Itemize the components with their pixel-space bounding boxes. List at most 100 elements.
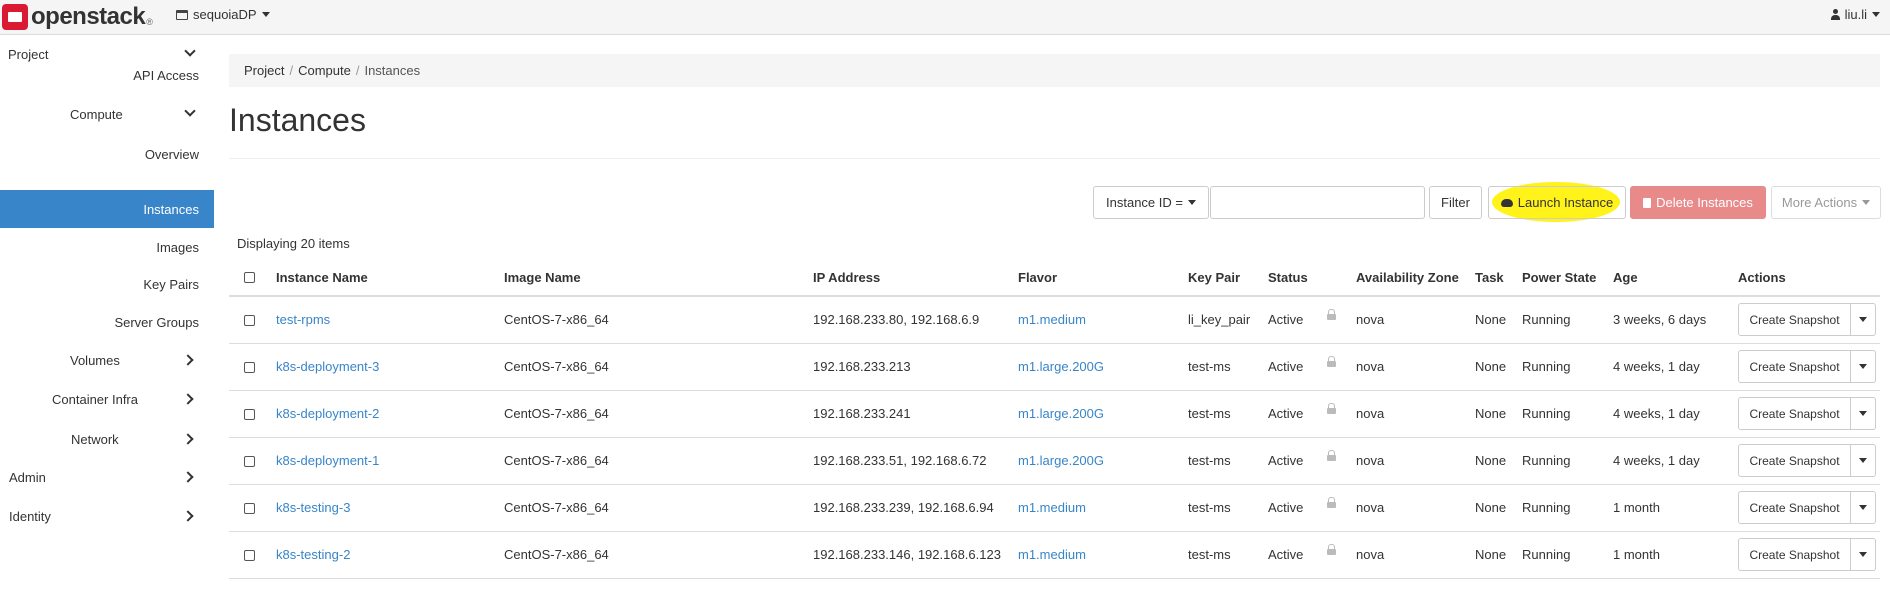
create-snapshot-button[interactable]: Create Snapshot xyxy=(1738,538,1851,571)
row-actions-dropdown[interactable] xyxy=(1851,303,1876,336)
flavor-link[interactable]: m1.medium xyxy=(1018,312,1086,327)
ip-address: 192.168.233.146, 192.168.6.123 xyxy=(813,547,1001,562)
unlock-icon xyxy=(1327,497,1336,508)
unlock-icon xyxy=(1327,544,1336,555)
age: 1 month xyxy=(1613,500,1660,515)
project-switcher[interactable]: sequoiaDP xyxy=(176,7,270,22)
row-actions-dropdown[interactable] xyxy=(1851,491,1876,524)
instance-name-link[interactable]: k8s-testing-2 xyxy=(276,547,350,562)
row-actions-dropdown[interactable] xyxy=(1851,444,1876,477)
task: None xyxy=(1475,406,1507,421)
ip-address: 192.168.233.80, 192.168.6.9 xyxy=(813,312,980,327)
instance-name-link[interactable]: test-rpms xyxy=(276,312,330,327)
status: Active xyxy=(1268,500,1304,515)
flavor-link[interactable]: m1.large.200G xyxy=(1018,359,1104,374)
sidebar-item-label: Key Pairs xyxy=(143,276,199,292)
unlock-icon xyxy=(1327,356,1336,367)
column-header-image-name[interactable]: Image Name xyxy=(504,270,581,285)
launch-instance-label: Launch Instance xyxy=(1517,195,1614,210)
power-state: Running xyxy=(1522,547,1571,562)
openstack-logo[interactable]: openstack ® xyxy=(2,3,153,31)
sidebar-item-label: Server Groups xyxy=(114,314,199,330)
launch-instance-button[interactable]: Launch Instance xyxy=(1488,186,1626,219)
sidebar-item-key-pairs[interactable]: Key Pairs xyxy=(0,265,214,303)
sidebar-item-compute[interactable]: Compute xyxy=(0,95,214,133)
caret-down-icon xyxy=(1187,200,1196,205)
row-actions-dropdown[interactable] xyxy=(1851,538,1876,571)
sidebar-item-label: Instances xyxy=(143,201,199,217)
sidebar-item-images[interactable]: Images xyxy=(0,228,214,266)
row-actions-dropdown[interactable] xyxy=(1851,350,1876,383)
table-row: k8s-testing-2 CentOS-7-x86_64 192.168.23… xyxy=(229,532,1880,579)
sidebar-item-container-infra[interactable]: Container Infra xyxy=(0,380,214,418)
column-header-instance-name[interactable]: Instance Name xyxy=(276,270,368,285)
image-name: CentOS-7-x86_64 xyxy=(504,500,609,515)
caret-down-icon xyxy=(1859,317,1867,322)
row-checkbox[interactable] xyxy=(244,503,255,514)
user-icon xyxy=(1830,9,1840,20)
create-snapshot-button[interactable]: Create Snapshot xyxy=(1738,350,1851,383)
breadcrumb-project[interactable]: Project xyxy=(244,63,284,78)
sidebar-item-label: Images xyxy=(156,239,199,255)
sidebar-item-overview[interactable]: Overview xyxy=(0,135,214,173)
delete-instances-button[interactable]: Delete Instances xyxy=(1630,186,1766,219)
create-snapshot-button[interactable]: Create Snapshot xyxy=(1738,444,1851,477)
row-checkbox[interactable] xyxy=(244,409,255,420)
column-header-task[interactable]: Task xyxy=(1475,270,1504,285)
breadcrumb-separator: / xyxy=(355,63,360,78)
filter-input[interactable] xyxy=(1210,186,1425,219)
key-pair: li_key_pair xyxy=(1188,312,1251,327)
task: None xyxy=(1475,500,1507,515)
flavor-link[interactable]: m1.large.200G xyxy=(1018,453,1104,468)
power-state: Running xyxy=(1522,312,1571,327)
sidebar-item-volumes[interactable]: Volumes xyxy=(0,341,214,379)
row-checkbox[interactable] xyxy=(244,362,255,373)
column-header-status[interactable]: Status xyxy=(1268,270,1308,285)
sidebar-item-server-groups[interactable]: Server Groups xyxy=(0,303,214,341)
instance-name-link[interactable]: k8s-deployment-2 xyxy=(276,406,379,421)
flavor-link[interactable]: m1.medium xyxy=(1018,547,1086,562)
row-checkbox[interactable] xyxy=(244,550,255,561)
create-snapshot-button[interactable]: Create Snapshot xyxy=(1738,491,1851,524)
sidebar-item-identity[interactable]: Identity xyxy=(0,497,214,535)
row-actions-dropdown[interactable] xyxy=(1851,397,1876,430)
chevron-right-icon xyxy=(182,393,194,405)
caret-down-icon xyxy=(261,12,270,17)
key-pair: test-ms xyxy=(1188,359,1231,374)
filter-field-select[interactable]: Instance ID = xyxy=(1093,186,1209,219)
create-snapshot-button[interactable]: Create Snapshot xyxy=(1738,303,1851,336)
sidebar-item-admin[interactable]: Admin xyxy=(0,458,214,496)
breadcrumb-compute[interactable]: Compute xyxy=(298,63,351,78)
sidebar-item-label: Volumes xyxy=(70,352,120,368)
column-header-age[interactable]: Age xyxy=(1613,270,1638,285)
column-header-key-pair[interactable]: Key Pair xyxy=(1188,270,1240,285)
row-checkbox[interactable] xyxy=(244,456,255,467)
create-snapshot-button[interactable]: Create Snapshot xyxy=(1738,397,1851,430)
column-header-ip-address[interactable]: IP Address xyxy=(813,270,880,285)
table-row: test-rpms CentOS-7-x86_64 192.168.233.80… xyxy=(229,297,1880,344)
column-header-flavor[interactable]: Flavor xyxy=(1018,270,1057,285)
page-title: Instances xyxy=(229,102,366,138)
sidebar-item-api-access[interactable]: API Access xyxy=(0,56,214,94)
row-checkbox[interactable] xyxy=(244,315,255,326)
brand-name: openstack xyxy=(31,3,146,30)
instance-name-link[interactable]: k8s-deployment-3 xyxy=(276,359,379,374)
flavor-link[interactable]: m1.large.200G xyxy=(1018,406,1104,421)
sidebar-item-instances[interactable]: Instances xyxy=(0,190,214,228)
caret-down-icon xyxy=(1862,200,1871,205)
column-header-availability-zone[interactable]: Availability Zone xyxy=(1356,270,1459,285)
filter-button[interactable]: Filter xyxy=(1429,186,1482,219)
column-header-power-state[interactable]: Power State xyxy=(1522,270,1596,285)
table-row: k8s-deployment-1 CentOS-7-x86_64 192.168… xyxy=(229,438,1880,485)
instance-name-link[interactable]: k8s-deployment-1 xyxy=(276,453,379,468)
chevron-right-icon xyxy=(182,354,194,366)
sidebar-item-label: API Access xyxy=(133,67,199,83)
instance-name-link[interactable]: k8s-testing-3 xyxy=(276,500,350,515)
flavor-link[interactable]: m1.medium xyxy=(1018,500,1086,515)
select-all-checkbox[interactable] xyxy=(244,272,255,283)
power-state: Running xyxy=(1522,359,1571,374)
more-actions-button[interactable]: More Actions xyxy=(1771,186,1881,219)
user-menu[interactable]: liu.li xyxy=(1830,7,1880,22)
table-row: k8s-deployment-3 CentOS-7-x86_64 192.168… xyxy=(229,344,1880,391)
sidebar-item-network[interactable]: Network xyxy=(0,420,214,458)
